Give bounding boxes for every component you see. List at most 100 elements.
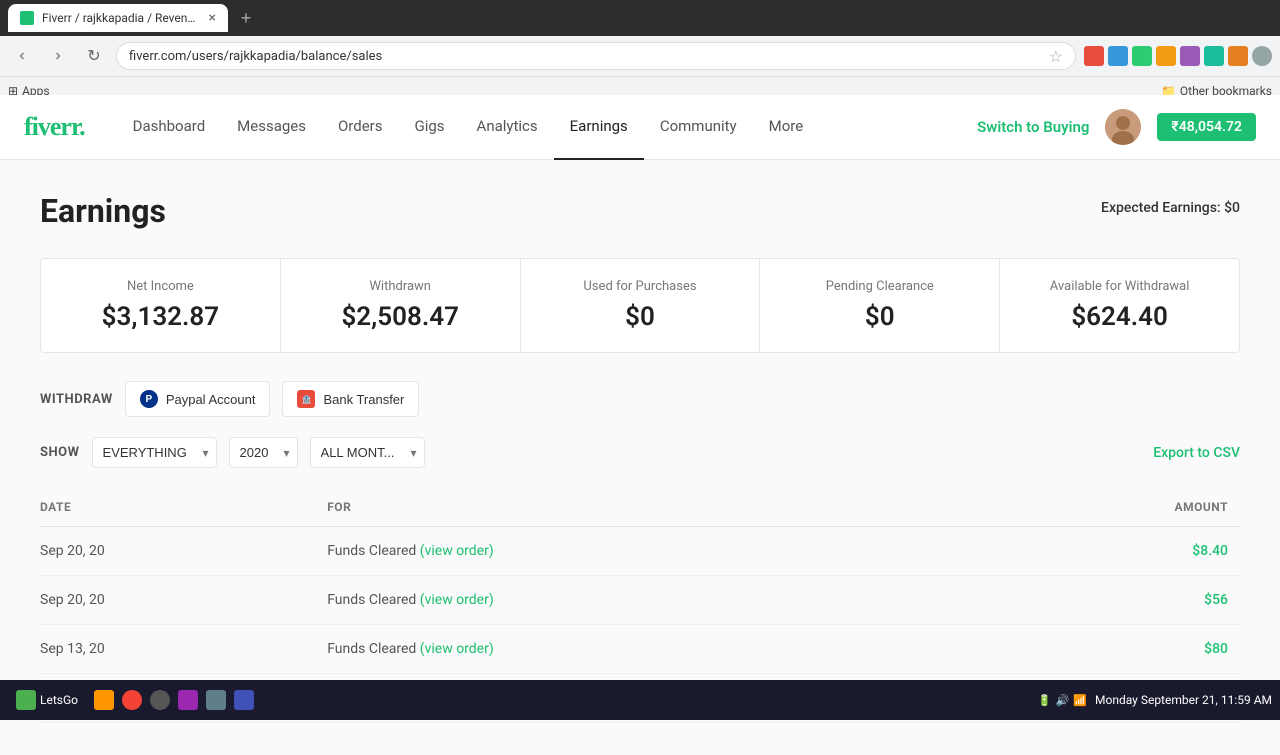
page-title: Earnings bbox=[40, 192, 166, 230]
tab-title: Fiverr / rajkkapadia / Revenu... bbox=[42, 11, 201, 25]
year-select[interactable]: 2020 bbox=[229, 437, 298, 468]
show-section: SHOW EVERYTHING 2020 ALL MONT... Export … bbox=[40, 437, 1240, 468]
withdraw-section: WITHDRAW P Paypal Account 🏦 Bank Transfe… bbox=[40, 381, 1240, 417]
bank-transfer-button[interactable]: 🏦 Bank Transfer bbox=[282, 381, 419, 417]
active-tab[interactable]: Fiverr / rajkkapadia / Revenu... × bbox=[8, 4, 228, 32]
switch-to-buying-button[interactable]: Switch to Buying bbox=[977, 118, 1089, 136]
ext-icon-5[interactable] bbox=[1180, 46, 1200, 66]
nav-gigs[interactable]: Gigs bbox=[399, 95, 461, 160]
taskbar-letsgp[interactable]: LetsGo bbox=[8, 686, 86, 714]
nav-community[interactable]: Community bbox=[644, 95, 753, 160]
address-bar[interactable]: fiverr.com/users/rajkkapadia/balance/sal… bbox=[116, 42, 1076, 70]
row-for-0: Funds Cleared (view order) bbox=[327, 527, 995, 576]
stat-pending-value: $0 bbox=[784, 302, 975, 332]
col-for: FOR bbox=[327, 492, 995, 527]
ext-icon-7[interactable] bbox=[1228, 46, 1248, 66]
stat-purchases-label: Used for Purchases bbox=[545, 279, 736, 294]
main-nav: fiverr. Dashboard Messages Orders Gigs A… bbox=[0, 95, 1280, 160]
reload-button[interactable]: ↻ bbox=[80, 42, 108, 70]
stat-withdrawn-label: Withdrawn bbox=[305, 279, 496, 294]
stat-available-withdrawal: Available for Withdrawal $624.40 bbox=[1000, 259, 1239, 352]
filter-select[interactable]: EVERYTHING bbox=[92, 437, 217, 468]
filter-select-wrapper: EVERYTHING bbox=[92, 437, 217, 468]
nav-right: Switch to Buying ₹48,054.72 bbox=[977, 109, 1256, 145]
battery-icon: 🔋 bbox=[1038, 694, 1052, 707]
col-date: DATE bbox=[40, 492, 327, 527]
nav-messages[interactable]: Messages bbox=[221, 95, 322, 160]
paypal-icon: P bbox=[140, 390, 158, 408]
row-for-1: Funds Cleared (view order) bbox=[327, 576, 995, 625]
stats-bar: Net Income $3,132.87 Withdrawn $2,508.47… bbox=[40, 258, 1240, 353]
stat-net-income: Net Income $3,132.87 bbox=[41, 259, 281, 352]
forward-button[interactable]: › bbox=[44, 42, 72, 70]
taskbar-icon-7[interactable] bbox=[234, 690, 254, 710]
view-order-link-2[interactable]: (view order) bbox=[420, 641, 494, 657]
show-label: SHOW bbox=[40, 445, 80, 460]
expected-label: Expected Earnings: bbox=[1101, 200, 1221, 216]
expected-earnings: Expected Earnings: $0 bbox=[1101, 200, 1240, 216]
extensions-area bbox=[1084, 46, 1272, 66]
new-tab-button[interactable]: + bbox=[232, 4, 260, 32]
nav-dashboard[interactable]: Dashboard bbox=[117, 95, 222, 160]
tab-close-icon[interactable]: × bbox=[209, 10, 216, 26]
row-amount-0: $8.40 bbox=[995, 527, 1240, 576]
page-header: Earnings Expected Earnings: $0 bbox=[40, 192, 1240, 230]
ext-icon-3[interactable] bbox=[1132, 46, 1152, 66]
nav-links: Dashboard Messages Orders Gigs Analytics… bbox=[117, 95, 977, 160]
ext-icon-2[interactable] bbox=[1108, 46, 1128, 66]
stat-available-value: $624.40 bbox=[1024, 302, 1215, 332]
paypal-withdraw-button[interactable]: P Paypal Account bbox=[125, 381, 271, 417]
fiverr-logo[interactable]: fiverr. bbox=[24, 112, 85, 142]
stat-withdrawn-value: $2,508.47 bbox=[305, 302, 496, 332]
nav-more[interactable]: More bbox=[753, 95, 820, 160]
ext-icon-8[interactable] bbox=[1252, 46, 1272, 66]
month-select-wrapper: ALL MONT... bbox=[310, 437, 425, 468]
export-csv-button[interactable]: Export to CSV bbox=[1153, 445, 1240, 461]
row-for-2: Funds Cleared (view order) bbox=[327, 625, 995, 674]
bank-label: Bank Transfer bbox=[323, 392, 404, 407]
balance-badge[interactable]: ₹48,054.72 bbox=[1157, 113, 1256, 141]
taskbar-icon-3[interactable] bbox=[122, 690, 142, 710]
network-icon: 📶 bbox=[1073, 694, 1087, 707]
taskbar-icon-4[interactable] bbox=[150, 690, 170, 710]
ext-icon-6[interactable] bbox=[1204, 46, 1224, 66]
taskbar-icon-5[interactable] bbox=[178, 690, 198, 710]
table-header-row: DATE FOR AMOUNT bbox=[40, 492, 1240, 527]
back-button[interactable]: ‹ bbox=[8, 42, 36, 70]
stat-net-income-value: $3,132.87 bbox=[65, 302, 256, 332]
expected-value: $0 bbox=[1224, 200, 1240, 216]
ext-icon-1[interactable] bbox=[1084, 46, 1104, 66]
stat-purchases-value: $0 bbox=[545, 302, 736, 332]
stat-withdrawn: Withdrawn $2,508.47 bbox=[281, 259, 521, 352]
row-amount-2: $80 bbox=[995, 625, 1240, 674]
letsgp-icon bbox=[16, 690, 36, 710]
taskbar-icon-6[interactable] bbox=[206, 690, 226, 710]
stat-pending-label: Pending Clearance bbox=[784, 279, 975, 294]
row-date-2: Sep 13, 20 bbox=[40, 625, 327, 674]
year-select-wrapper: 2020 bbox=[229, 437, 298, 468]
ext-icon-4[interactable] bbox=[1156, 46, 1176, 66]
col-amount: AMOUNT bbox=[995, 492, 1240, 527]
nav-analytics[interactable]: Analytics bbox=[461, 95, 554, 160]
volume-icon: 🔊 bbox=[1056, 694, 1070, 707]
table-row: Sep 20, 20 Funds Cleared (view order) $5… bbox=[40, 576, 1240, 625]
stat-available-label: Available for Withdrawal bbox=[1024, 279, 1215, 294]
taskbar-letsgp-label: LetsGo bbox=[40, 693, 78, 707]
system-tray-icons: 🔋 🔊 📶 bbox=[1038, 694, 1087, 707]
tab-favicon bbox=[20, 11, 34, 25]
user-avatar[interactable] bbox=[1105, 109, 1141, 145]
stat-net-income-label: Net Income bbox=[65, 279, 256, 294]
view-order-link-1[interactable]: (view order) bbox=[420, 592, 494, 608]
taskbar: LetsGo 🔋 🔊 📶 Monday September 21, 11:59 … bbox=[0, 680, 1280, 720]
table-row: Sep 20, 20 Funds Cleared (view order) $8… bbox=[40, 527, 1240, 576]
nav-orders[interactable]: Orders bbox=[322, 95, 399, 160]
taskbar-icon-2[interactable] bbox=[94, 690, 114, 710]
bookmark-icon[interactable]: ☆ bbox=[1049, 47, 1063, 66]
view-order-link-0[interactable]: (view order) bbox=[420, 543, 494, 559]
nav-earnings[interactable]: Earnings bbox=[554, 95, 644, 160]
taskbar-right: 🔋 🔊 📶 Monday September 21, 11:59 AM bbox=[1038, 693, 1272, 707]
stat-used-for-purchases: Used for Purchases $0 bbox=[521, 259, 761, 352]
address-text: fiverr.com/users/rajkkapadia/balance/sal… bbox=[129, 49, 1041, 64]
withdraw-label: WITHDRAW bbox=[40, 392, 113, 407]
month-select[interactable]: ALL MONT... bbox=[310, 437, 425, 468]
